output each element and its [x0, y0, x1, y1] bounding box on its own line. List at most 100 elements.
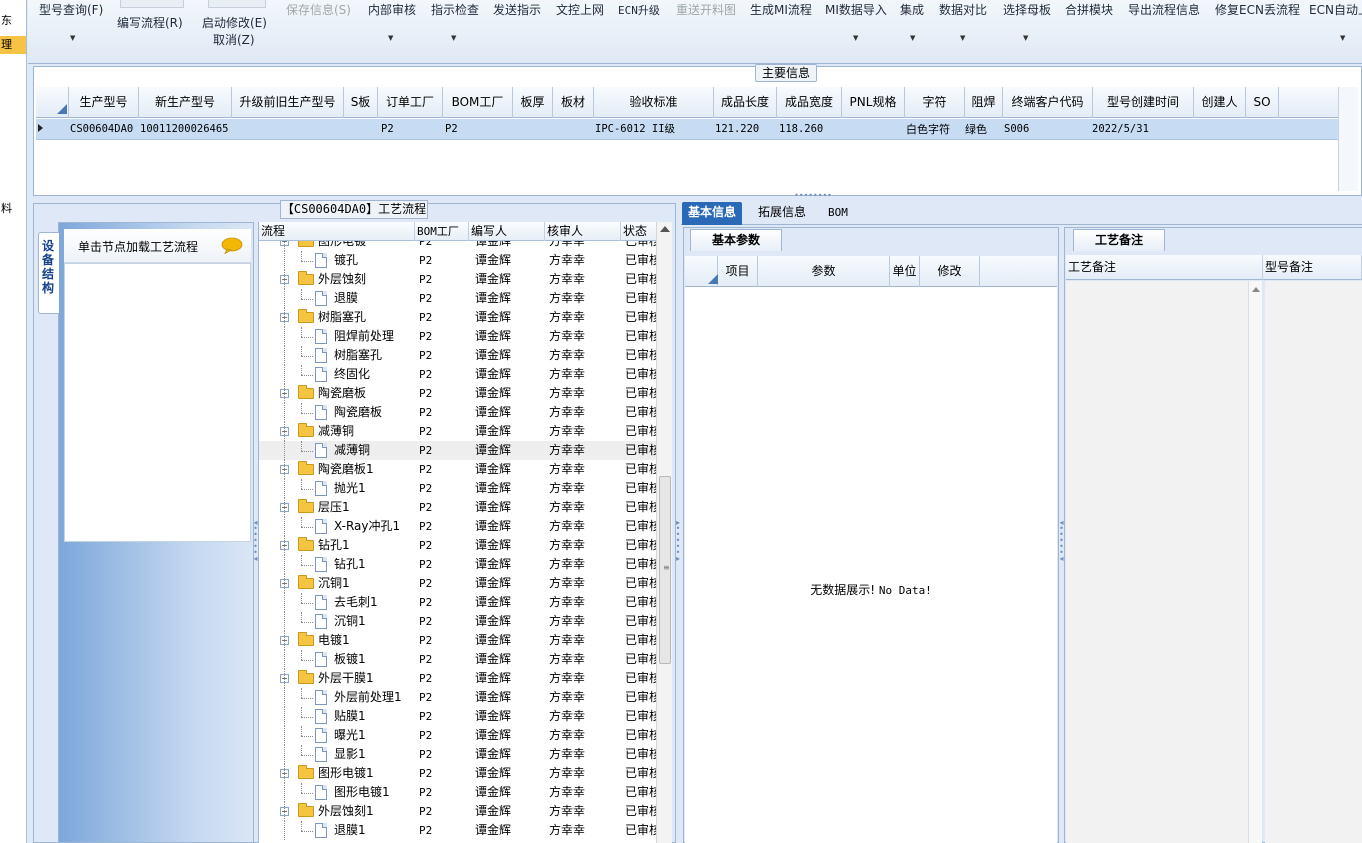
- send-indicate-button[interactable]: 发送指示: [493, 1, 541, 18]
- tree-group-row[interactable]: − 外层蚀刻 P2 谭金辉 方幸幸 已审核: [259, 270, 659, 289]
- tree-step-row[interactable]: 陶瓷磨板 P2 谭金辉 方幸幸 已审核: [259, 403, 659, 422]
- col-modify[interactable]: 修改: [920, 256, 980, 287]
- tree-step-row[interactable]: 图形电镀1 P2 谭金辉 方幸幸 已审核: [259, 783, 659, 802]
- tree-step-row[interactable]: 沉铜1 P2 谭金辉 方幸幸 已审核: [259, 612, 659, 631]
- col-unit[interactable]: 单位: [890, 256, 920, 287]
- tree-node[interactable]: 板镀1: [259, 650, 415, 669]
- tree-node[interactable]: − 陶瓷磨板: [259, 384, 415, 403]
- tree-step-row[interactable]: 板镀1 P2 谭金辉 方幸幸 已审核: [259, 650, 659, 669]
- col-so[interactable]: SO: [1246, 87, 1279, 118]
- tree-step-row[interactable]: 贴膜1 P2 谭金辉 方幸幸 已审核: [259, 707, 659, 726]
- col-thickness[interactable]: 板厚: [513, 87, 553, 118]
- tree-node[interactable]: − 陶瓷磨板1: [259, 460, 415, 479]
- col-new-model[interactable]: 新生产型号: [139, 87, 232, 118]
- main-grid-scrollbar[interactable]: [1338, 87, 1358, 191]
- tree-group-row[interactable]: − 树脂塞孔 P2 谭金辉 方幸幸 已审核: [259, 308, 659, 327]
- tab-basic-info[interactable]: 基本信息: [682, 202, 743, 225]
- col-customer[interactable]: 终端客户代码: [1003, 87, 1093, 118]
- tree-group-row[interactable]: − 图形电镀1 P2 谭金辉 方幸幸 已审核: [259, 764, 659, 783]
- tab-bom[interactable]: BOM: [822, 202, 854, 225]
- basic-params-tab[interactable]: 基本参数: [690, 229, 782, 251]
- col-process-note[interactable]: 工艺备注: [1066, 255, 1263, 280]
- tree-node[interactable]: 去毛刺1: [259, 593, 415, 612]
- tree-node[interactable]: − 钻孔1: [259, 536, 415, 555]
- col-bom-factory[interactable]: BOM工厂: [415, 222, 469, 241]
- indicate-check-dropdown-icon[interactable]: ▼: [451, 34, 456, 42]
- fix-ecn-button[interactable]: 修复ECN丢流程: [1215, 1, 1300, 18]
- resend-cut-button[interactable]: 重送开料图: [676, 1, 736, 18]
- tree-node[interactable]: 退膜1: [259, 821, 415, 840]
- ecn-auto-button[interactable]: ECN自动上: [1309, 1, 1362, 18]
- col-width[interactable]: 成品宽度: [777, 87, 842, 118]
- col-reviewer[interactable]: 核审人: [545, 222, 621, 241]
- process-tree-scrollbar[interactable]: ≡: [656, 222, 672, 843]
- model-query-dropdown-icon[interactable]: ▼: [70, 34, 75, 42]
- tree-node[interactable]: − 沉铜1: [259, 574, 415, 593]
- scroll-up-icon[interactable]: [660, 226, 670, 232]
- tree-group-row[interactable]: − 图形电镀 P2 谭金辉 方幸幸 已审核: [259, 241, 659, 251]
- col-standard[interactable]: 验收标准: [594, 87, 714, 118]
- tree-group-row[interactable]: − 陶瓷磨板1 P2 谭金辉 方幸幸 已审核: [259, 460, 659, 479]
- tree-step-row[interactable]: 阻焊前处理 P2 谭金辉 方幸幸 已审核: [259, 327, 659, 346]
- edit-flow-button[interactable]: 编写流程(R): [117, 14, 183, 31]
- internal-review-button[interactable]: 内部审核: [368, 1, 416, 18]
- col-order-factory[interactable]: 订单工厂: [378, 87, 443, 118]
- ecn-upgrade-button[interactable]: ECN升级: [618, 2, 660, 18]
- col-s-board[interactable]: S板: [344, 87, 378, 118]
- tree-group-row[interactable]: − 沉铜1 P2 谭金辉 方幸幸 已审核: [259, 574, 659, 593]
- tree-node[interactable]: 曝光1: [259, 726, 415, 745]
- tree-node[interactable]: 外层前处理1: [259, 688, 415, 707]
- model-query-button[interactable]: 型号查询(F): [39, 1, 103, 18]
- col-creator[interactable]: 创建人: [1194, 87, 1246, 118]
- tree-node[interactable]: − 减薄铜: [259, 422, 415, 441]
- left-nav-item-3[interactable]: 料: [0, 200, 26, 218]
- col-material[interactable]: 板材: [553, 87, 594, 118]
- ecn-auto-dropdown-icon[interactable]: ▼: [1340, 34, 1345, 42]
- tree-node[interactable]: 减薄铜: [259, 441, 415, 460]
- integrate-button[interactable]: 集成: [900, 1, 924, 18]
- tree-node[interactable]: 钻孔1: [259, 555, 415, 574]
- mi-import-button[interactable]: MI数据导入: [825, 1, 887, 18]
- tree-step-row[interactable]: 钻孔1 P2 谭金辉 方幸幸 已审核: [259, 555, 659, 574]
- mi-import-dropdown-icon[interactable]: ▼: [853, 34, 858, 42]
- col-item[interactable]: 项目: [718, 256, 758, 287]
- tree-node[interactable]: 图形电镀1: [259, 783, 415, 802]
- indicate-check-button[interactable]: 指示检查: [431, 1, 479, 18]
- col-model-note[interactable]: 型号备注: [1263, 255, 1362, 280]
- col-bom-factory[interactable]: BOM工厂: [443, 87, 513, 118]
- tree-step-row[interactable]: 终固化 P2 谭金辉 方幸幸 已审核: [259, 365, 659, 384]
- start-modify-button[interactable]: 启动修改(E): [202, 14, 267, 31]
- gen-mi-flow-button[interactable]: 生成MI流程: [750, 1, 812, 18]
- data-compare-button[interactable]: 数据对比: [939, 1, 987, 18]
- tree-step-row[interactable]: X-Ray冲孔1 P2 谭金辉 方幸幸 已审核: [259, 517, 659, 536]
- left-nav-item-1[interactable]: 东: [0, 12, 26, 30]
- col-pnl[interactable]: PNL规格: [842, 87, 905, 118]
- tree-node[interactable]: 沉铜1: [259, 612, 415, 631]
- internal-review-dropdown-icon[interactable]: ▼: [388, 34, 393, 42]
- col-status[interactable]: 状态: [621, 222, 657, 241]
- tree-group-row[interactable]: − 减薄铜 P2 谭金辉 方幸幸 已审核: [259, 422, 659, 441]
- tree-node[interactable]: 显影1: [259, 745, 415, 764]
- left-nav-item-2-selected[interactable]: 理: [0, 36, 26, 54]
- select-master-dropdown-icon[interactable]: ▼: [1023, 34, 1028, 42]
- scroll-thumb[interactable]: ≡: [659, 476, 671, 664]
- col-char[interactable]: 字符: [905, 87, 965, 118]
- tree-node[interactable]: − 外层干膜1: [259, 669, 415, 688]
- tree-node[interactable]: 树脂塞孔: [259, 346, 415, 365]
- tree-step-row[interactable]: 树脂塞孔 P2 谭金辉 方幸幸 已审核: [259, 346, 659, 365]
- col-writer[interactable]: 编写人: [469, 222, 545, 241]
- tree-group-row[interactable]: − 陶瓷磨板 P2 谭金辉 方幸幸 已审核: [259, 384, 659, 403]
- select-master-button[interactable]: 选择母板: [1003, 1, 1051, 18]
- col-old-model[interactable]: 升级前旧生产型号: [232, 87, 344, 118]
- merge-module-button[interactable]: 合拼模块: [1065, 1, 1113, 18]
- cancel-button[interactable]: 取消(Z): [213, 31, 255, 48]
- tree-node[interactable]: − 树脂塞孔: [259, 308, 415, 327]
- process-notes-tab[interactable]: 工艺备注: [1073, 229, 1165, 251]
- table-row[interactable]: CS00604DA0 10011200026465 P2 P2 IPC-6012…: [36, 119, 1338, 140]
- tree-step-row[interactable]: 曝光1 P2 谭金辉 方幸幸 已审核: [259, 726, 659, 745]
- tree-step-row[interactable]: 减薄铜 P2 谭金辉 方幸幸 已审核: [259, 441, 659, 460]
- process-note-textarea[interactable]: [1066, 281, 1262, 843]
- tree-group-row[interactable]: − 层压1 P2 谭金辉 方幸幸 已审核: [259, 498, 659, 517]
- tree-node[interactable]: 退膜: [259, 289, 415, 308]
- tree-step-row[interactable]: 退膜 P2 谭金辉 方幸幸 已审核: [259, 289, 659, 308]
